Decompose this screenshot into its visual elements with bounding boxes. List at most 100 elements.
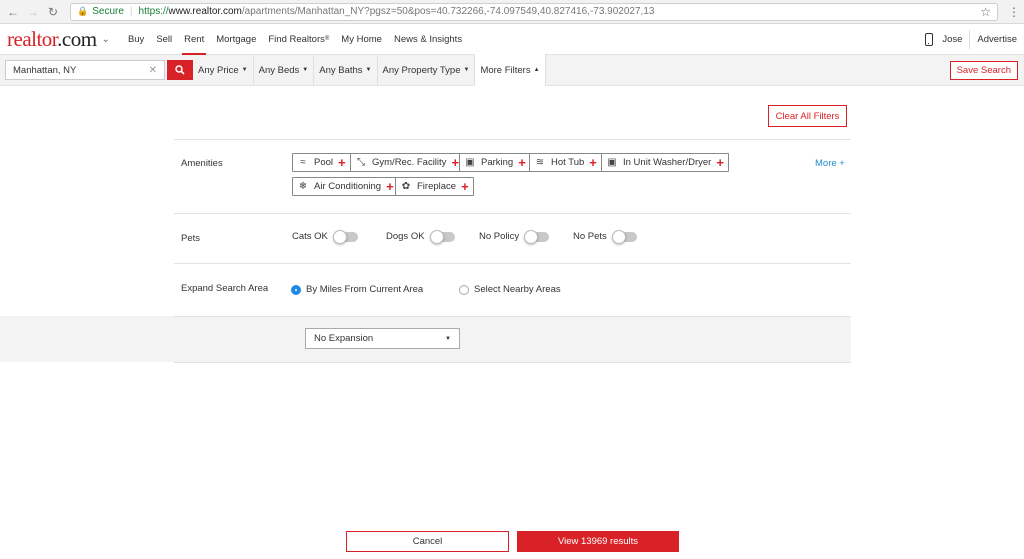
expand-search-row: Expand Search Area By Miles From Current… <box>174 263 851 316</box>
pool-icon: ≈ <box>300 157 306 168</box>
dogs-ok-toggle[interactable] <box>429 229 455 244</box>
url-path: /apartments/Manhattan_NY?pgsz=50&pos=40.… <box>241 6 655 17</box>
nav-mortgage[interactable]: Mortgage <box>210 24 262 55</box>
hot-tub-icon: ≋ <box>535 157 545 168</box>
amenity-hot-tub-chip[interactable]: ≋ Hot Tub + <box>529 153 602 172</box>
caret-down-icon: ▼ <box>445 335 451 342</box>
browser-menu-icon[interactable]: ⋮ <box>1008 5 1020 19</box>
car-icon: ▣ <box>465 157 475 168</box>
user-name[interactable]: Jose <box>942 34 962 45</box>
add-icon: + <box>716 155 724 170</box>
main-nav: Buy Sell Rent Mortgage Find Realtors ® My… <box>122 24 468 55</box>
caret-down-icon: ▼ <box>463 67 470 73</box>
mobile-phone-icon[interactable] <box>925 32 934 46</box>
cats-ok-toggle[interactable] <box>332 229 358 244</box>
amenities-label: Amenities <box>181 158 223 169</box>
add-icon: + <box>451 155 460 170</box>
nav-sell[interactable]: Sell <box>150 24 178 55</box>
amenity-air-conditioning-chip[interactable]: ❄ Air Conditioning + <box>292 177 399 196</box>
forward-icon[interactable]: → <box>26 5 40 19</box>
washer-icon: ▣ <box>607 157 617 168</box>
amenity-parking-chip[interactable]: ▣ Parking + <box>459 153 531 172</box>
amenity-washer-dryer-chip[interactable]: ▣ In Unit Washer/Dryer + <box>601 153 729 172</box>
address-bar[interactable]: 🔒 Secure | https://www.realtor.com/apart… <box>70 2 998 21</box>
bookmark-star-icon[interactable]: ☆ <box>980 5 991 19</box>
more-amenities-link[interactable]: More + <box>815 158 845 169</box>
no-pets-label: No Pets <box>573 231 607 242</box>
by-miles-radio-item[interactable]: By Miles From Current Area <box>291 284 423 295</box>
more-filters-dropdown[interactable]: More Filters ▲ <box>475 54 546 86</box>
expansion-select[interactable]: No Expansion ▼ <box>305 328 460 349</box>
location-search-value: Manhattan, NY <box>13 64 77 76</box>
lock-icon: 🔒 <box>77 6 89 16</box>
clear-search-icon[interactable]: ✕ <box>149 65 157 76</box>
no-policy-label: No Policy <box>479 231 520 242</box>
snowflake-icon: ❄ <box>298 181 308 192</box>
panel-bottom-divider <box>174 362 851 363</box>
nav-buy[interactable]: Buy <box>122 24 150 55</box>
toggle-knob <box>429 229 444 244</box>
search-button[interactable] <box>167 60 193 80</box>
nav-find-realtors[interactable]: Find Realtors ® <box>262 24 335 55</box>
advertise-link[interactable]: Advertise <box>977 34 1017 45</box>
clear-all-filters-button[interactable]: Clear All Filters <box>768 105 847 127</box>
amenity-gym-chip[interactable]: ⤡ Gym/Rec. Facility + <box>350 153 465 172</box>
add-icon: + <box>386 179 394 194</box>
amenities-row: Amenities ≈ Pool + ⤡ Gym/Rec. Facility + ▣ Pa… <box>174 139 851 213</box>
toggle-knob <box>611 229 626 244</box>
filter-bar: Manhattan, NY ✕ Any Price ▼ Any Beds ▼ Any… <box>0 54 1024 86</box>
by-miles-radio[interactable] <box>291 284 301 295</box>
cats-ok-toggle-item: Cats OK <box>292 229 358 244</box>
caret-up-icon: ▲ <box>533 67 540 73</box>
nearby-areas-label: Select Nearby Areas <box>474 284 561 295</box>
nearby-areas-radio-item[interactable]: Select Nearby Areas <box>459 284 561 295</box>
nearby-areas-radio[interactable] <box>459 284 469 295</box>
secure-label: Secure <box>92 6 124 17</box>
header-divider <box>969 29 971 49</box>
no-policy-toggle[interactable] <box>524 229 550 244</box>
amenity-pool-chip[interactable]: ≈ Pool + <box>292 153 351 172</box>
dogs-ok-label: Dogs OK <box>386 231 425 242</box>
baths-filter-dropdown[interactable]: Any Baths ▼ <box>314 54 378 86</box>
nav-news-insights[interactable]: News & Insights <box>388 24 468 55</box>
add-icon: + <box>338 155 346 170</box>
add-icon: + <box>589 155 597 170</box>
location-search-input[interactable]: Manhattan, NY ✕ <box>5 60 165 80</box>
url-protocol: https:// <box>138 6 169 17</box>
pets-row: Pets Cats OK Dogs OK No Policy No Pets <box>174 213 851 263</box>
toggle-knob <box>332 229 347 244</box>
amenity-fireplace-chip[interactable]: ✿ Fireplace + <box>395 177 474 196</box>
price-filter-dropdown[interactable]: Any Price ▼ <box>193 54 254 86</box>
flame-icon: ✿ <box>401 181 411 192</box>
nav-my-home[interactable]: My Home <box>335 24 388 55</box>
caret-down-icon: ▼ <box>365 67 372 73</box>
by-miles-label: By Miles From Current Area <box>306 284 424 295</box>
save-search-button[interactable]: Save Search <box>949 60 1018 80</box>
cats-ok-label: Cats OK <box>292 231 328 242</box>
expansion-divider <box>174 316 851 317</box>
toggle-knob <box>524 229 539 244</box>
caret-down-icon: ▼ <box>302 67 309 73</box>
add-icon: + <box>461 179 469 194</box>
view-results-button[interactable]: View 13969 results <box>517 531 679 552</box>
browser-toolbar: ← → ↻ 🔒 Secure | https://www.realtor.com… <box>0 0 1024 24</box>
expansion-select-value: No Expansion <box>314 333 374 344</box>
beds-filter-dropdown[interactable]: Any Beds ▼ <box>254 54 315 86</box>
realtor-logo[interactable]: realtor.com <box>7 28 97 50</box>
nav-rent[interactable]: Rent <box>178 24 210 55</box>
back-icon[interactable]: ← <box>6 5 20 19</box>
site-header: realtor.com ⌄ Buy Sell Rent Mortgage Fin… <box>0 24 1024 55</box>
dogs-ok-toggle-item: Dogs OK <box>386 229 455 244</box>
property-type-filter-dropdown[interactable]: Any Property Type ▼ <box>378 54 476 86</box>
chevron-down-icon[interactable]: ⌄ <box>102 34 110 45</box>
url-separator: | <box>129 6 133 17</box>
caret-down-icon: ▼ <box>241 67 248 73</box>
no-pets-toggle-item: No Pets <box>573 229 637 244</box>
cancel-button[interactable]: Cancel <box>346 531 509 552</box>
pets-label: Pets <box>181 233 201 244</box>
url-host: www.realtor.com <box>168 6 242 17</box>
no-pets-toggle[interactable] <box>611 229 637 244</box>
reload-icon[interactable]: ↻ <box>46 5 60 19</box>
dumbbell-icon: ⤡ <box>357 157 365 168</box>
add-icon: + <box>518 155 526 170</box>
